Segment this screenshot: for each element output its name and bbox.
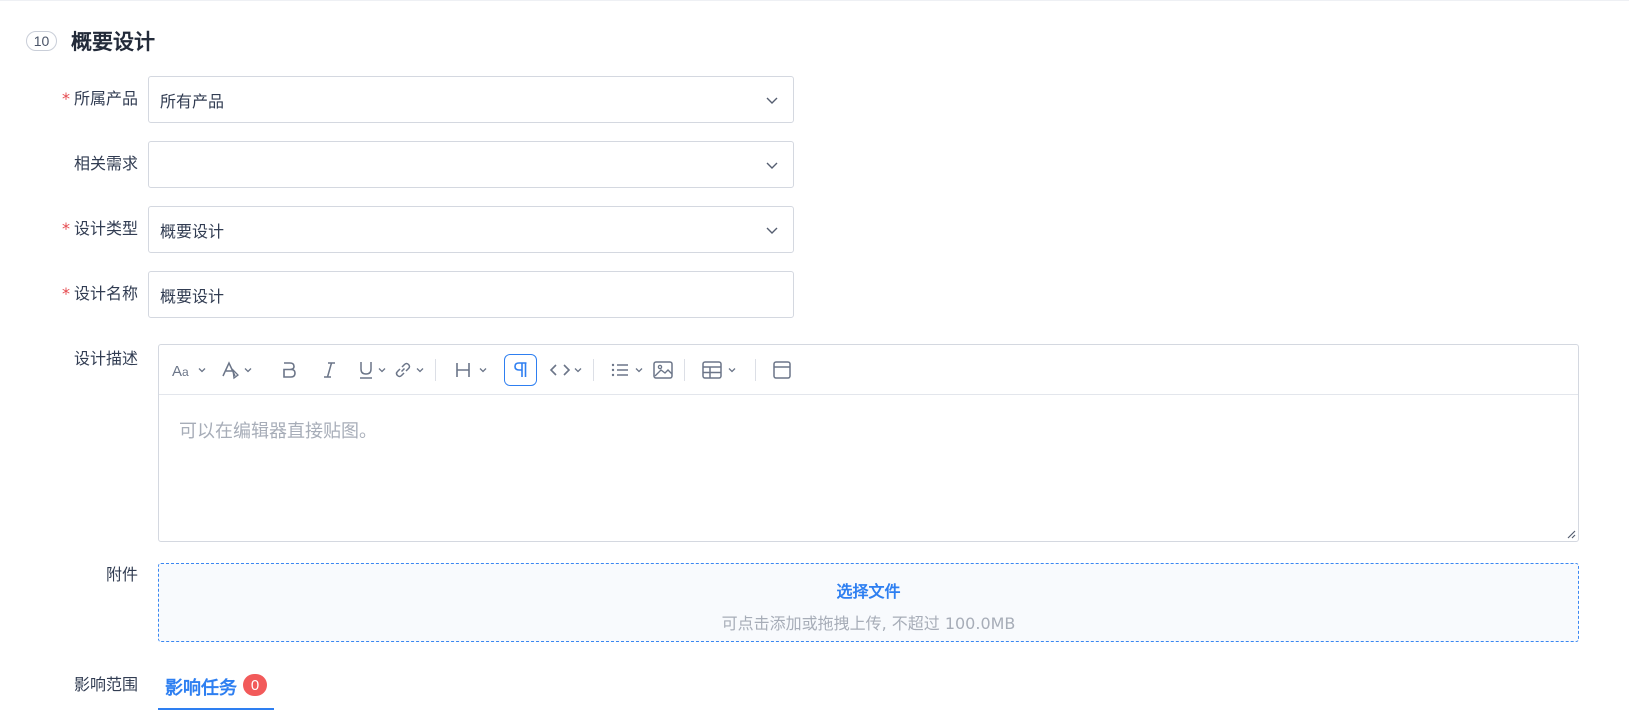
design-name-value: 概要设计 — [160, 286, 225, 306]
toolbar-divider — [684, 358, 685, 381]
toolbar-divider — [593, 358, 594, 381]
fullscreen-icon[interactable] — [772, 354, 792, 386]
required-mark: * — [61, 89, 70, 108]
toolbar-divider — [435, 358, 436, 381]
bold-icon[interactable] — [277, 354, 301, 386]
design-type-row: * 设计类型 概要设计 — [0, 206, 794, 253]
product-select[interactable]: 所有产品 — [148, 76, 794, 123]
design-name-label: * 设计名称 — [61, 284, 138, 303]
design-type-select[interactable]: 概要设计 — [148, 206, 794, 253]
font-color-icon[interactable] — [219, 354, 253, 386]
chevron-down-icon — [635, 367, 643, 372]
requirement-select[interactable] — [148, 141, 794, 188]
editor-placeholder: 可以在编辑器直接贴图。 — [179, 421, 377, 442]
table-icon[interactable] — [701, 354, 737, 386]
chevron-down-icon — [479, 367, 487, 372]
chevron-down-icon — [766, 97, 778, 104]
required-mark: * — [61, 284, 70, 303]
top-divider — [0, 0, 1629, 1]
requirement-label: 相关需求 — [73, 154, 138, 173]
chevron-down-icon — [198, 367, 206, 372]
chevron-down-icon — [766, 227, 778, 234]
page-title: 概要设计 — [71, 30, 155, 54]
editor-toolbar: Aa — [159, 345, 1578, 395]
tab-impacted-tasks[interactable]: 影响任务 0 — [158, 670, 274, 710]
toolbar-divider — [755, 358, 756, 381]
chevron-down-icon — [574, 367, 582, 372]
heading-icon[interactable] — [454, 354, 488, 386]
choose-file-button[interactable]: 选择文件 — [159, 578, 1578, 602]
italic-icon[interactable] — [317, 354, 341, 386]
section-heading: 10 概要设计 — [26, 26, 155, 56]
impact-tabs: 影响任务 0 — [158, 670, 274, 710]
product-row: * 所属产品 所有产品 — [0, 76, 794, 123]
product-value: 所有产品 — [160, 91, 225, 111]
attachment-label: 附件 — [105, 565, 138, 584]
file-upload-area[interactable]: 选择文件 可点击添加或拖拽上传, 不超过 100.0MB — [158, 563, 1579, 642]
code-icon[interactable] — [549, 354, 583, 386]
design-type-label: * 设计类型 — [61, 219, 138, 238]
required-mark: * — [61, 219, 70, 238]
impact-row: 影响范围 — [0, 662, 148, 708]
chevron-down-icon — [766, 162, 778, 169]
upload-hint: 可点击添加或拖拽上传, 不超过 100.0MB — [721, 614, 1016, 633]
chevron-down-icon — [728, 367, 736, 372]
design-type-value: 概要设计 — [160, 221, 225, 241]
tab-label: 影响任务 — [165, 678, 237, 699]
paragraph-icon[interactable] — [504, 353, 537, 386]
description-row: 设计描述 — [0, 336, 148, 382]
design-name-input[interactable]: 概要设计 — [148, 271, 794, 318]
font-size-icon[interactable]: Aa — [171, 354, 207, 386]
chevron-down-icon — [244, 367, 252, 372]
resize-handle-icon[interactable] — [1566, 529, 1576, 539]
requirement-row: 相关需求 — [0, 141, 794, 188]
attachment-row: 附件 — [0, 552, 148, 598]
image-icon[interactable] — [652, 354, 674, 386]
description-editor[interactable]: Aa 可以在编辑器直接贴图。 — [158, 344, 1579, 542]
product-label: * 所属产品 — [61, 89, 138, 108]
list-icon[interactable] — [610, 354, 644, 386]
impact-label: 影响范围 — [73, 675, 138, 694]
count-badge: 0 — [243, 674, 267, 696]
step-number: 10 — [26, 31, 57, 51]
design-name-row: * 设计名称 概要设计 — [0, 271, 794, 318]
description-label: 设计描述 — [73, 349, 138, 368]
chevron-down-icon — [378, 367, 386, 372]
svg-text:a: a — [182, 365, 189, 379]
svg-text:A: A — [172, 363, 182, 380]
underline-icon[interactable] — [357, 354, 387, 386]
chevron-down-icon — [416, 367, 424, 372]
link-icon[interactable] — [393, 354, 425, 386]
